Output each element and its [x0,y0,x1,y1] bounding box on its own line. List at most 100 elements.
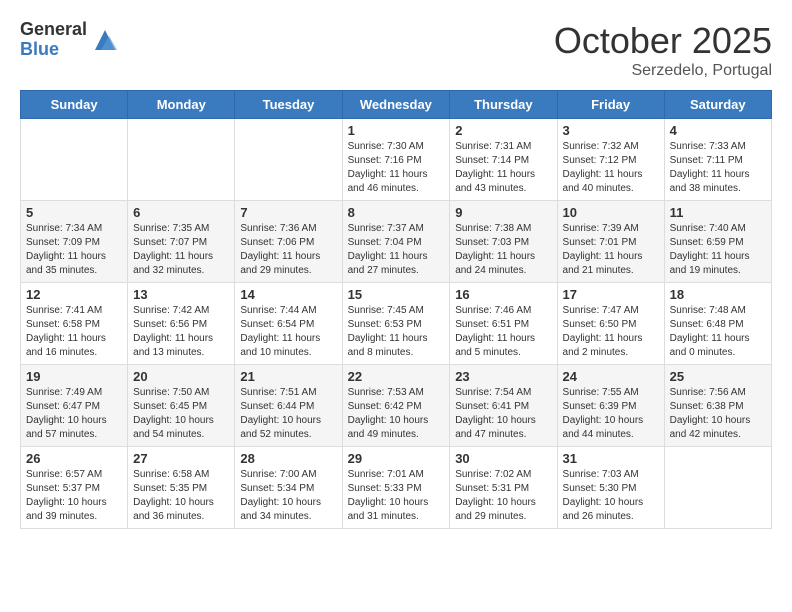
day-info: Sunrise: 7:42 AM Sunset: 6:56 PM Dayligh… [133,304,229,360]
weekday-header-wednesday: Wednesday [342,91,450,119]
day-info: Sunrise: 7:54 AM Sunset: 6:41 PM Dayligh… [455,386,551,442]
day-info: Sunrise: 6:57 AM Sunset: 5:37 PM Dayligh… [26,468,122,524]
day-number: 31 [563,451,659,466]
logo: General Blue [20,20,119,60]
day-info: Sunrise: 7:45 AM Sunset: 6:53 PM Dayligh… [348,304,445,360]
logo-general-text: General [20,20,87,40]
day-number: 29 [348,451,445,466]
calendar-cell: 6 Sunrise: 7:35 AM Sunset: 7:07 PM Daylig… [128,201,235,283]
day-info: Sunrise: 7:44 AM Sunset: 6:54 PM Dayligh… [240,304,336,360]
calendar-cell: 13 Sunrise: 7:42 AM Sunset: 6:56 PM Dayli… [128,283,235,365]
calendar-cell: 26Sunrise: 6:57 AM Sunset: 5:37 PM Dayli… [21,447,128,529]
day-info: Sunrise: 7:40 AM Sunset: 6:59 PM Dayligh… [670,222,766,278]
day-info: Sunrise: 7:56 AM Sunset: 6:38 PM Dayligh… [670,386,766,442]
day-number: 24 [563,369,659,384]
weekday-header-monday: Monday [128,91,235,119]
day-number: 8 [348,205,445,220]
day-info: Sunrise: 7:37 AM Sunset: 7:04 PM Dayligh… [348,222,445,278]
calendar-week-row: 12 Sunrise: 7:41 AM Sunset: 6:58 PM Dayli… [21,283,772,365]
day-info: Sunrise: 7:33 AM Sunset: 7:11 PM Dayligh… [670,140,766,196]
calendar-cell: 18Sunrise: 7:48 AM Sunset: 6:48 PM Dayli… [664,283,771,365]
day-info: Sunrise: 7:51 AM Sunset: 6:44 PM Dayligh… [240,386,336,442]
day-number: 16 [455,287,551,302]
calendar-cell: 1Sunrise: 7:30 AM Sunset: 7:16 PM Daylig… [342,119,450,201]
day-info: Sunrise: 7:03 AM Sunset: 5:30 PM Dayligh… [563,468,659,524]
calendar-cell: 10Sunrise: 7:39 AM Sunset: 7:01 PM Dayli… [557,201,664,283]
day-number: 12 [26,287,122,302]
calendar-cell: 8 Sunrise: 7:37 AM Sunset: 7:04 PM Daylig… [342,201,450,283]
day-info: Sunrise: 7:41 AM Sunset: 6:58 PM Dayligh… [26,304,122,360]
calendar-cell: 5 Sunrise: 7:34 AM Sunset: 7:09 PM Daylig… [21,201,128,283]
calendar-cell: 24 Sunrise: 7:55 AM Sunset: 6:39 PM Dayli… [557,365,664,447]
calendar-cell: 7 Sunrise: 7:36 AM Sunset: 7:06 PM Daylig… [235,201,342,283]
calendar-cell: 31 Sunrise: 7:03 AM Sunset: 5:30 PM Dayli… [557,447,664,529]
day-number: 14 [240,287,336,302]
calendar-cell: 2 Sunrise: 7:31 AM Sunset: 7:14 PM Daylig… [450,119,557,201]
calendar-cell [21,119,128,201]
day-info: Sunrise: 7:32 AM Sunset: 7:12 PM Dayligh… [563,140,659,196]
calendar-cell: 28Sunrise: 7:00 AM Sunset: 5:34 PM Dayli… [235,447,342,529]
day-info: Sunrise: 7:55 AM Sunset: 6:39 PM Dayligh… [563,386,659,442]
day-number: 30 [455,451,551,466]
day-number: 19 [26,369,122,384]
day-number: 2 [455,123,551,138]
month-title: October 2025 [554,20,772,62]
calendar-table: SundayMondayTuesdayWednesdayThursdayFrid… [20,90,772,529]
weekday-header-thursday: Thursday [450,91,557,119]
calendar-cell: 16Sunrise: 7:46 AM Sunset: 6:51 PM Dayli… [450,283,557,365]
calendar-cell: 12 Sunrise: 7:41 AM Sunset: 6:58 PM Dayli… [21,283,128,365]
day-number: 23 [455,369,551,384]
calendar-week-row: 1Sunrise: 7:30 AM Sunset: 7:16 PM Daylig… [21,119,772,201]
calendar-cell [235,119,342,201]
calendar-week-row: 26Sunrise: 6:57 AM Sunset: 5:37 PM Dayli… [21,447,772,529]
calendar-cell: 25 Sunrise: 7:56 AM Sunset: 6:38 PM Dayli… [664,365,771,447]
day-number: 27 [133,451,229,466]
day-number: 20 [133,369,229,384]
day-number: 25 [670,369,766,384]
day-info: Sunrise: 7:30 AM Sunset: 7:16 PM Dayligh… [348,140,445,196]
day-info: Sunrise: 7:39 AM Sunset: 7:01 PM Dayligh… [563,222,659,278]
calendar-cell: 4 Sunrise: 7:33 AM Sunset: 7:11 PM Daylig… [664,119,771,201]
weekday-header-saturday: Saturday [664,91,771,119]
calendar-cell: 3 Sunrise: 7:32 AM Sunset: 7:12 PM Daylig… [557,119,664,201]
day-number: 17 [563,287,659,302]
calendar-cell [128,119,235,201]
day-number: 9 [455,205,551,220]
weekday-header-row: SundayMondayTuesdayWednesdayThursdayFrid… [21,91,772,119]
day-info: Sunrise: 7:31 AM Sunset: 7:14 PM Dayligh… [455,140,551,196]
page-header: General Blue October 2025 Serzedelo, Por… [20,20,772,80]
day-number: 5 [26,205,122,220]
calendar-cell: 19 Sunrise: 7:49 AM Sunset: 6:47 PM Dayli… [21,365,128,447]
day-number: 11 [670,205,766,220]
calendar-cell: 17 Sunrise: 7:47 AM Sunset: 6:50 PM Dayli… [557,283,664,365]
day-info: Sunrise: 7:34 AM Sunset: 7:09 PM Dayligh… [26,222,122,278]
day-number: 4 [670,123,766,138]
day-info: Sunrise: 7:49 AM Sunset: 6:47 PM Dayligh… [26,386,122,442]
day-info: Sunrise: 7:36 AM Sunset: 7:06 PM Dayligh… [240,222,336,278]
calendar-cell: 29Sunrise: 7:01 AM Sunset: 5:33 PM Dayli… [342,447,450,529]
day-number: 3 [563,123,659,138]
calendar-cell: 30 Sunrise: 7:02 AM Sunset: 5:31 PM Dayli… [450,447,557,529]
day-number: 6 [133,205,229,220]
day-number: 21 [240,369,336,384]
calendar-cell: 21 Sunrise: 7:51 AM Sunset: 6:44 PM Dayli… [235,365,342,447]
day-info: Sunrise: 7:53 AM Sunset: 6:42 PM Dayligh… [348,386,445,442]
day-info: Sunrise: 7:02 AM Sunset: 5:31 PM Dayligh… [455,468,551,524]
day-info: Sunrise: 7:35 AM Sunset: 7:07 PM Dayligh… [133,222,229,278]
calendar-cell: 20 Sunrise: 7:50 AM Sunset: 6:45 PM Dayli… [128,365,235,447]
day-number: 13 [133,287,229,302]
day-info: Sunrise: 6:58 AM Sunset: 5:35 PM Dayligh… [133,468,229,524]
calendar-cell: 22 Sunrise: 7:53 AM Sunset: 6:42 PM Dayli… [342,365,450,447]
day-number: 7 [240,205,336,220]
calendar-cell: 14 Sunrise: 7:44 AM Sunset: 6:54 PM Dayli… [235,283,342,365]
calendar-cell: 15 Sunrise: 7:45 AM Sunset: 6:53 PM Dayli… [342,283,450,365]
day-number: 22 [348,369,445,384]
day-number: 28 [240,451,336,466]
calendar-cell [664,447,771,529]
day-info: Sunrise: 7:50 AM Sunset: 6:45 PM Dayligh… [133,386,229,442]
day-info: Sunrise: 7:47 AM Sunset: 6:50 PM Dayligh… [563,304,659,360]
weekday-header-tuesday: Tuesday [235,91,342,119]
calendar-cell: 23 Sunrise: 7:54 AM Sunset: 6:41 PM Dayli… [450,365,557,447]
day-number: 15 [348,287,445,302]
weekday-header-friday: Friday [557,91,664,119]
